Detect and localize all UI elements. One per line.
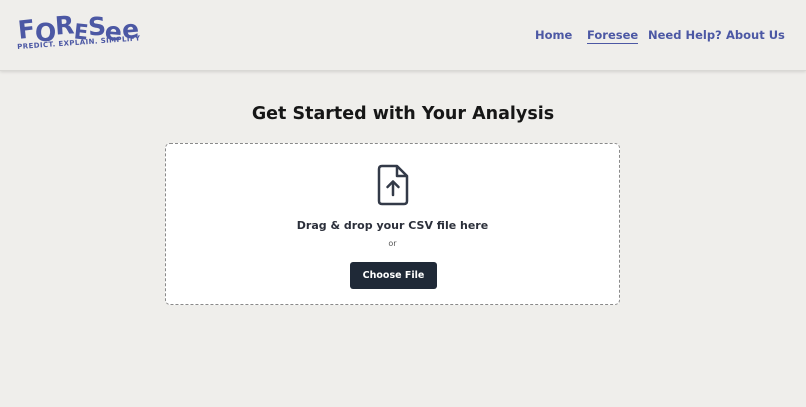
main-nav: Home Foresee Need Help? About Us: [0, 28, 806, 44]
dropzone-or-separator: or: [388, 239, 397, 248]
choose-file-button[interactable]: Choose File: [350, 262, 437, 289]
nav-item-home[interactable]: Home: [535, 28, 572, 42]
dropzone-instruction: Drag & drop your CSV file here: [296, 219, 489, 232]
page-title: Get Started with Your Analysis: [251, 104, 555, 124]
site-header: FORESee PREDICT. EXPLAIN. SIMPLIFY Home …: [0, 0, 806, 71]
nav-item-need-help[interactable]: Need Help?: [648, 28, 722, 42]
file-dropzone[interactable]: Drag & drop your CSV file here or Choose…: [165, 143, 620, 305]
file-upload-icon: [377, 164, 409, 206]
nav-item-about-us[interactable]: About Us: [726, 28, 785, 42]
nav-item-foresee[interactable]: Foresee: [587, 28, 639, 44]
